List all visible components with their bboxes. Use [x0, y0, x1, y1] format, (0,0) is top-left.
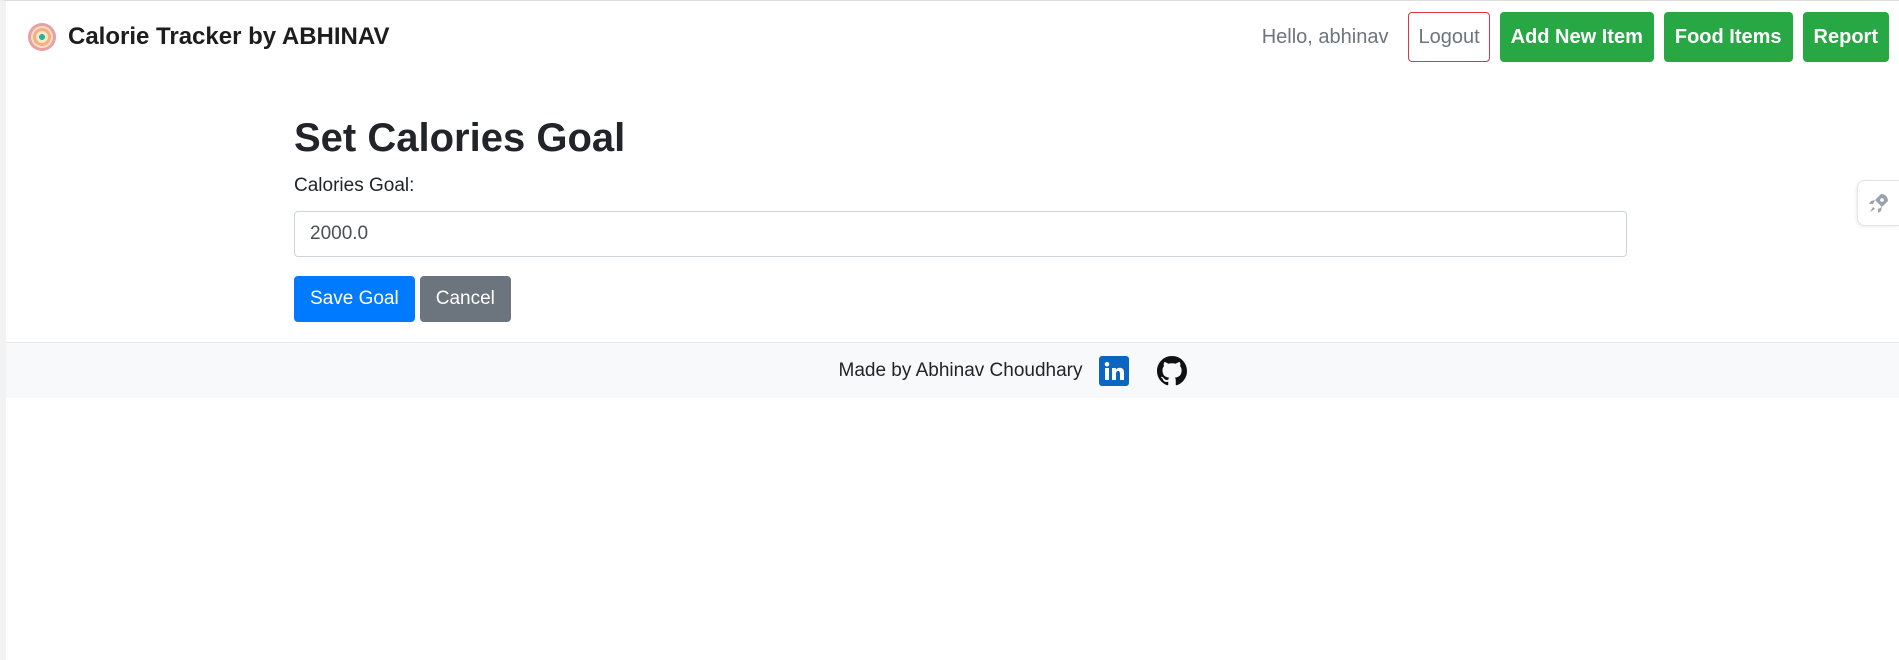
brand-logo-icon	[28, 23, 56, 51]
nav-actions: Hello, abhinav Logout Add New Item Food …	[1262, 12, 1889, 62]
linkedin-icon[interactable]	[1098, 355, 1129, 386]
user-greeting: Hello, abhinav	[1261, 25, 1389, 48]
form-actions: Save Goal Cancel	[294, 276, 1634, 322]
footer: Made by Abhinav Choudhary	[6, 342, 1899, 398]
footer-credit: Made by Abhinav Choudhary	[838, 359, 1083, 381]
report-button[interactable]: Report	[1802, 12, 1889, 62]
add-new-item-button[interactable]: Add New Item	[1499, 12, 1654, 62]
logout-button[interactable]: Logout	[1408, 12, 1490, 62]
rocket-widget-icon[interactable]	[1857, 180, 1899, 226]
navbar: Calorie Tracker by ABHINAV Hello, abhina…	[6, 1, 1899, 73]
brand[interactable]: Calorie Tracker by ABHINAV	[28, 23, 389, 51]
save-goal-button[interactable]: Save Goal	[294, 276, 415, 322]
page-title: Set Calories Goal	[294, 116, 626, 160]
cancel-button[interactable]: Cancel	[419, 276, 511, 322]
food-items-button[interactable]: Food Items	[1663, 12, 1793, 62]
calories-goal-label: Calories Goal:	[294, 175, 415, 196]
github-icon[interactable]	[1156, 355, 1187, 386]
page: Calorie Tracker by ABHINAV Hello, abhina…	[0, 0, 1899, 660]
brand-name[interactable]: Calorie Tracker by ABHINAV	[68, 23, 389, 51]
goal-form: Set Calories Goal Calories Goal: Save Go…	[294, 111, 1634, 322]
calories-goal-input[interactable]	[294, 211, 1627, 257]
